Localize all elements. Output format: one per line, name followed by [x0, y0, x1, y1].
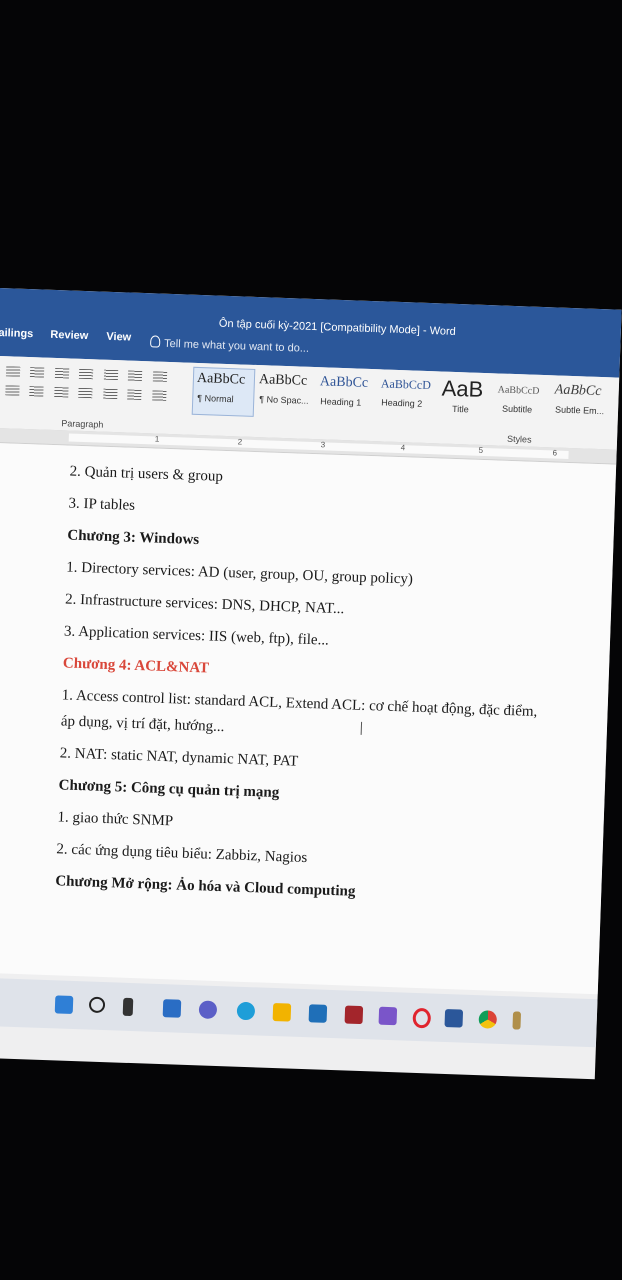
doc-line: 3. Application services: IIS (web, ftp),… — [63, 623, 330, 649]
chat-icon[interactable] — [198, 1000, 218, 1020]
line-spacing-icon[interactable] — [103, 388, 118, 400]
sort-icon[interactable] — [128, 370, 143, 382]
align-left-icon[interactable] — [5, 385, 20, 396]
windows-start-icon[interactable] — [54, 995, 74, 1014]
doc-heading: Chương 5: Công cụ quản trị mạng — [58, 777, 280, 802]
window-title: Ôn tập cuối kỳ-2021 [Compatibility Mode]… — [218, 317, 456, 338]
justify-icon[interactable] — [78, 387, 93, 399]
ruler-mark: 4 — [400, 443, 406, 453]
paragraph-group — [2, 364, 183, 408]
doc-line: 2. NAT: static NAT, dynamic NAT, PAT — [59, 745, 299, 770]
word-icon[interactable] — [444, 1008, 464, 1028]
style-name: ¶ No Spac... — [259, 394, 309, 406]
style-sample: AaBbCc — [554, 382, 602, 400]
style-sample: AaBbCc — [258, 372, 308, 389]
styles-group-label: Styles — [506, 433, 532, 445]
doc-line: 2. Infrastructure services: DNS, DHCP, N… — [64, 591, 345, 618]
ruler-mark: 1 — [154, 434, 160, 444]
style-name: Title — [451, 403, 469, 415]
document-body[interactable]: 2. Quản trị users & group 3. IP tables C… — [55, 462, 590, 922]
style-name: Subtitle — [501, 403, 533, 415]
style-no-spacing[interactable]: AaBbCc ¶ No Spac... — [255, 369, 317, 417]
style-sample: AaB — [441, 375, 484, 402]
doc-line: 1. Directory services: AD (user, group, … — [66, 559, 414, 588]
opera-icon[interactable] — [412, 1007, 432, 1029]
bullets-icon[interactable] — [5, 366, 21, 377]
align-center-icon[interactable] — [29, 386, 45, 397]
style-name: Subtle Em... — [554, 404, 605, 417]
mail-icon[interactable] — [308, 1004, 328, 1023]
decrease-indent-icon[interactable] — [79, 368, 94, 380]
doc-line: 2. Quản trị users & group — [69, 463, 224, 485]
paragraph-group-label: Paragraph — [61, 418, 104, 430]
file-explorer-icon[interactable] — [272, 1002, 292, 1022]
doc-heading: Chương 3: Windows — [67, 527, 200, 549]
style-sample: AaBbCc — [196, 370, 246, 388]
ruler-mark: 2 — [237, 437, 243, 447]
style-name: Heading 1 — [320, 396, 362, 408]
task-view-icon[interactable] — [122, 997, 134, 1017]
doc-line: 1. giao thức SNMP — [57, 809, 174, 830]
tab-mailings[interactable]: ailings — [0, 327, 33, 340]
edge-icon[interactable] — [236, 1001, 256, 1021]
visual-studio-icon[interactable] — [378, 1006, 398, 1026]
pilcrow-icon[interactable] — [152, 371, 167, 382]
doc-heading: Chương Mở rộng: Ảo hóa và Cloud computin… — [55, 873, 356, 900]
style-sample: AaBbCcD — [380, 376, 432, 393]
borders-icon[interactable] — [151, 390, 167, 401]
style-sample: AaBbCcD — [497, 384, 540, 397]
style-name: Heading 2 — [381, 397, 423, 409]
style-normal[interactable]: AaBbCc ¶ Normal — [191, 366, 256, 417]
pin-icon[interactable] — [512, 1011, 522, 1030]
multilevel-list-icon[interactable] — [54, 367, 70, 379]
numbering-icon[interactable] — [30, 367, 45, 378]
ruler-mark: 6 — [552, 448, 558, 458]
search-icon[interactable] — [88, 996, 106, 1014]
style-title[interactable]: AaB Title — [438, 375, 500, 423]
ruler-mark: 5 — [478, 445, 484, 455]
lightbulb-icon — [150, 335, 161, 348]
style-heading-2[interactable]: AaBbCcD Heading 2 — [377, 373, 439, 421]
doc-line: 2. các ứng dụng tiêu biểu: Zabbiz, Nagio… — [56, 841, 308, 867]
style-heading-1[interactable]: AaBbCc Heading 1 — [316, 371, 378, 419]
store-icon[interactable] — [344, 1005, 364, 1025]
tab-review[interactable]: Review — [50, 329, 88, 342]
increase-indent-icon[interactable] — [103, 369, 119, 381]
tell-me-text: Tell me what you want to do... — [163, 337, 310, 355]
document-page[interactable]: 2. Quản trị users & group 3. IP tables C… — [0, 442, 617, 995]
doc-heading-highlighted: Chương 4: ACL&NAT — [62, 655, 210, 677]
align-right-icon[interactable] — [54, 386, 69, 398]
ruler-mark: 3 — [320, 440, 326, 450]
monitor-screen: Ôn tập cuối kỳ-2021 [Compatibility Mode]… — [0, 288, 622, 1080]
style-subtle-emphasis[interactable]: AaBbCc Subtle Em... — [551, 379, 613, 427]
chrome-icon[interactable] — [478, 1010, 498, 1029]
style-sample: AaBbCc — [319, 374, 369, 391]
tab-view[interactable]: View — [106, 331, 131, 344]
style-subtitle[interactable]: AaBbCcD Subtitle — [494, 377, 556, 425]
widgets-icon[interactable] — [162, 999, 182, 1018]
shading-icon[interactable] — [127, 389, 142, 401]
tell-me-box[interactable]: Tell me what you want to do... — [150, 335, 309, 355]
style-name: ¶ Normal — [197, 392, 234, 405]
doc-line: 3. IP tables — [68, 495, 136, 514]
